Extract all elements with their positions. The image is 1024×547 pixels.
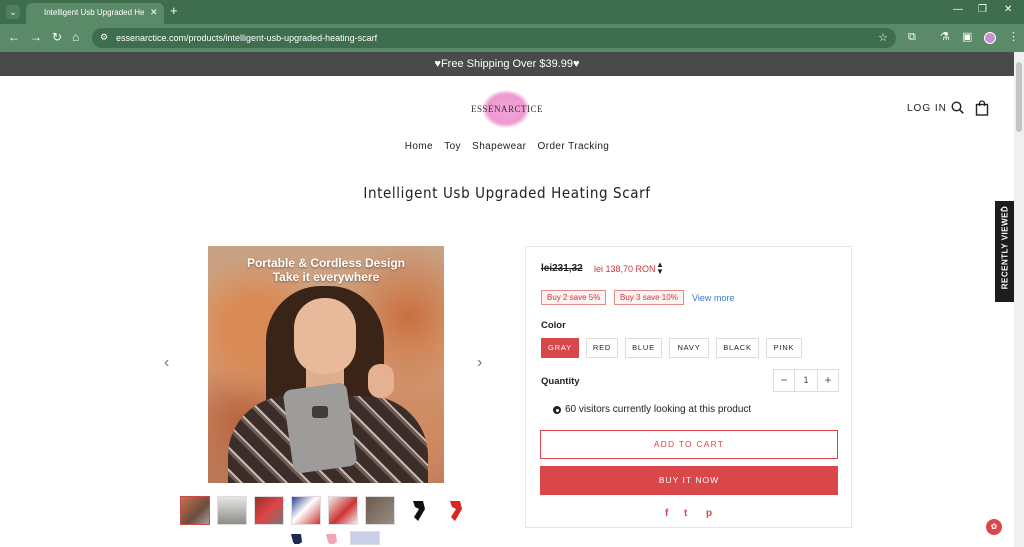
visitors-count-text: 60 visitors currently looking at this pr… bbox=[565, 404, 752, 415]
gallery-next-arrow[interactable]: › bbox=[477, 354, 482, 372]
site-info-icon[interactable]: ⚙ bbox=[100, 32, 108, 43]
add-to-cart-button[interactable]: ADD TO CART bbox=[540, 430, 838, 459]
compare-at-price: lei231,32 bbox=[541, 263, 583, 274]
url-text: essenarctice.com/products/intelligent-us… bbox=[116, 33, 378, 43]
recently-viewed-label: RECENTLY VIEWED bbox=[1000, 205, 1010, 290]
image-caption-line2: Take it everywhere bbox=[272, 270, 380, 284]
browser-tab-strip: ⌄ Intelligent Usb Upgraded Heati ✕ + — ❐… bbox=[0, 0, 1024, 24]
thumbnail[interactable] bbox=[402, 496, 432, 525]
product-purchase-panel: lei231,32 lei 138,70 RON ▲ ▼ Buy 2 save 5… bbox=[525, 246, 852, 528]
color-label: Color bbox=[541, 320, 566, 331]
site-logo[interactable]: ESSENARCTICE bbox=[468, 90, 546, 128]
image-scarf-button bbox=[312, 406, 328, 418]
scrollbar[interactable] bbox=[1014, 52, 1024, 547]
quantity-increase-button[interactable]: + bbox=[817, 370, 838, 391]
currency-switch-icon[interactable]: ▲ ▼ bbox=[656, 261, 664, 276]
gallery-prev-arrow[interactable]: ‹ bbox=[164, 354, 169, 372]
quantity-decrease-button[interactable]: − bbox=[774, 370, 795, 391]
menu-kebab-icon[interactable]: ⋮ bbox=[1008, 31, 1019, 43]
thumbnail[interactable] bbox=[350, 531, 380, 545]
color-option-blue[interactable]: BLUE bbox=[625, 338, 662, 358]
forward-icon[interactable]: → bbox=[30, 30, 42, 44]
main-navigation: Home Toy Shapewear Order Tracking bbox=[0, 141, 1014, 152]
address-bar[interactable]: ⚙ essenarctice.com/products/intelligent-… bbox=[92, 28, 896, 48]
nav-shapewear[interactable]: Shapewear bbox=[472, 141, 526, 152]
nav-order-tracking[interactable]: Order Tracking bbox=[538, 141, 610, 152]
quantity-label: Quantity bbox=[541, 376, 580, 387]
tab-search-icon[interactable]: ⌄ bbox=[6, 5, 20, 19]
browser-tab[interactable]: Intelligent Usb Upgraded Heati ✕ bbox=[26, 3, 164, 24]
thumbnail[interactable] bbox=[280, 531, 310, 545]
main-product-image[interactable]: Portable & Cordless Design Take it every… bbox=[208, 246, 444, 483]
pinterest-share-icon[interactable]: p bbox=[706, 508, 712, 519]
profile-avatar[interactable] bbox=[984, 32, 996, 44]
sidebar-icon[interactable]: ▣ bbox=[962, 31, 972, 43]
bookmark-star-icon[interactable]: ☆ bbox=[878, 31, 888, 44]
thumbnail[interactable] bbox=[365, 496, 395, 525]
thumbnail[interactable] bbox=[217, 496, 247, 525]
cart-bag-icon[interactable] bbox=[975, 100, 989, 116]
back-icon[interactable]: ← bbox=[8, 30, 20, 44]
sale-price: lei 138,70 RON bbox=[594, 264, 656, 274]
nav-home[interactable]: Home bbox=[405, 141, 433, 152]
search-icon[interactable] bbox=[951, 101, 964, 114]
nav-toy[interactable]: Toy bbox=[444, 141, 461, 152]
view-more-link[interactable]: View more bbox=[692, 293, 734, 303]
color-option-gray[interactable]: GRAY bbox=[541, 338, 579, 358]
eye-icon bbox=[553, 406, 561, 414]
window-close-icon[interactable]: ✕ bbox=[1004, 4, 1012, 15]
logo-text: ESSENARCTICE bbox=[470, 104, 543, 114]
thumbnail[interactable] bbox=[328, 496, 358, 525]
chat-widget-icon[interactable]: ✿ bbox=[986, 519, 1002, 535]
login-link[interactable]: LOG IN bbox=[907, 103, 947, 114]
thumbnail[interactable] bbox=[180, 496, 210, 525]
product-title: Intelligent Usb Upgraded Heating Scarf bbox=[363, 184, 651, 202]
facebook-share-icon[interactable]: f bbox=[665, 508, 668, 519]
image-hand bbox=[368, 364, 394, 398]
discount-badge: Buy 2 save 5% bbox=[541, 290, 607, 305]
reload-icon[interactable]: ↻ bbox=[52, 30, 62, 44]
labs-flask-icon[interactable]: ⚗ bbox=[940, 31, 950, 43]
quantity-stepper: − 1 + bbox=[773, 369, 839, 392]
image-caption-line1: Portable & Cordless Design bbox=[246, 256, 406, 270]
buy-it-now-button[interactable]: BUY IT NOW bbox=[540, 466, 838, 495]
announcement-bar: ♥Free Shipping Over $39.99♥ bbox=[0, 52, 1014, 76]
quantity-input[interactable]: 1 bbox=[795, 370, 817, 391]
thumbnail[interactable] bbox=[254, 496, 284, 525]
thumbnail[interactable] bbox=[315, 531, 345, 545]
close-icon[interactable]: ✕ bbox=[150, 7, 158, 18]
color-option-pink[interactable]: PINK bbox=[766, 338, 802, 358]
image-face bbox=[294, 298, 356, 374]
recently-viewed-tab[interactable]: ‹ RECENTLY VIEWED bbox=[995, 201, 1014, 302]
thumbnail[interactable] bbox=[291, 496, 321, 525]
tab-title: Intelligent Usb Upgraded Heati bbox=[44, 8, 144, 17]
image-scarf bbox=[282, 381, 358, 475]
extensions-icon[interactable]: ⧉ bbox=[908, 31, 916, 43]
address-toolbar: ← → ↻ ⌂ ⚙ essenarctice.com/products/inte… bbox=[0, 24, 1024, 52]
scrollbar-thumb[interactable] bbox=[1016, 62, 1022, 132]
minimize-icon[interactable]: — bbox=[953, 4, 963, 15]
color-option-red[interactable]: RED bbox=[586, 338, 618, 358]
new-tab-icon[interactable]: + bbox=[170, 4, 178, 18]
restore-icon[interactable]: ❐ bbox=[978, 4, 987, 15]
color-option-navy[interactable]: NAVY bbox=[669, 338, 709, 358]
thumbnail[interactable] bbox=[439, 496, 469, 525]
color-option-black[interactable]: BLACK bbox=[716, 338, 759, 358]
twitter-share-icon[interactable]: t bbox=[684, 508, 687, 519]
discount-badge: Buy 3 save 10% bbox=[614, 290, 684, 305]
home-icon[interactable]: ⌂ bbox=[72, 30, 79, 44]
